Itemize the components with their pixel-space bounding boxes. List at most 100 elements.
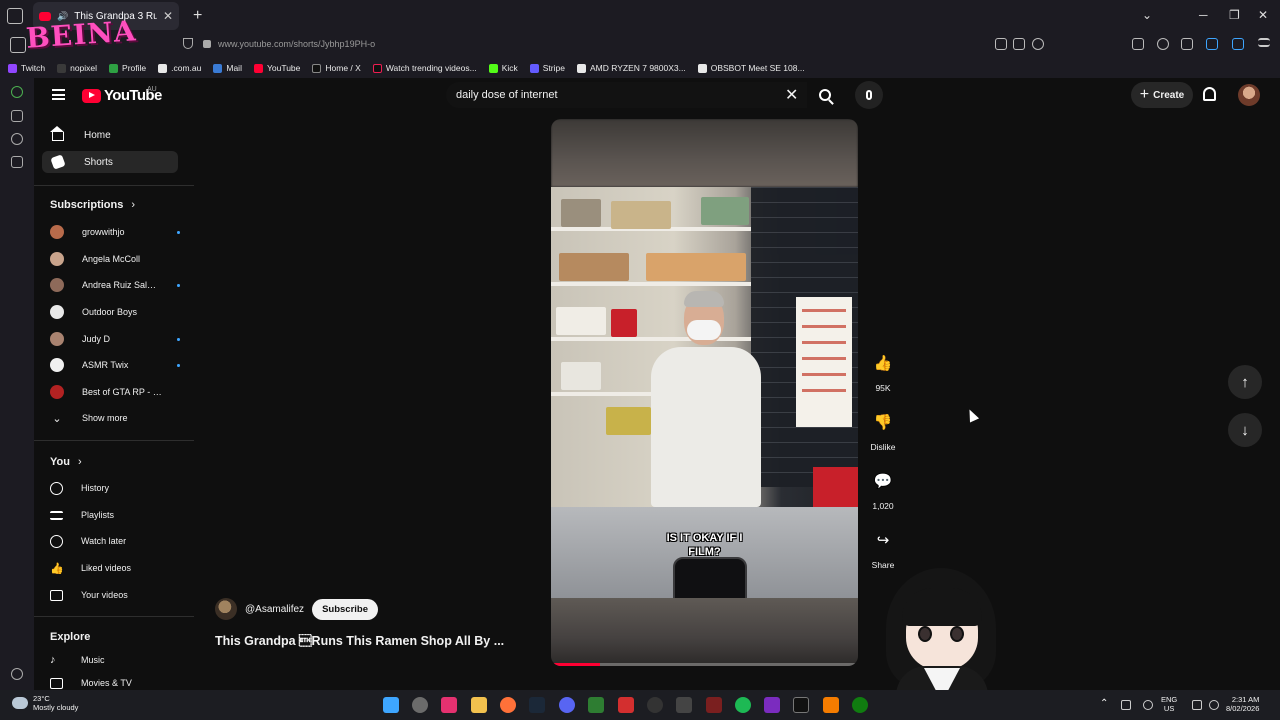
extensions-icon[interactable] <box>1181 38 1193 50</box>
xbox-icon[interactable] <box>852 697 868 713</box>
tab-close-icon[interactable]: ✕ <box>163 9 173 23</box>
windows-start-icon[interactable] <box>383 697 399 713</box>
sidebar-item-music[interactable]: ♪ Music <box>50 650 180 670</box>
close-window-button[interactable]: ✕ <box>1258 8 1268 22</box>
tab-overflow-chevron-icon[interactable]: ⌄ <box>1142 8 1152 22</box>
search-input[interactable]: daily dose of internet <box>446 82 807 108</box>
bookmark-mail[interactable]: Mail <box>213 63 242 73</box>
synced-tabs-icon[interactable] <box>11 110 23 122</box>
sidebar-item-history[interactable]: History <box>50 478 180 498</box>
subscription-item[interactable]: Outdoor Boys <box>50 302 180 322</box>
spotify-icon[interactable] <box>735 697 751 713</box>
minimize-button[interactable]: ─ <box>1199 8 1208 22</box>
shorts-video-player[interactable]: IS IT OKAY IF I FILM? <box>551 119 858 666</box>
network-icon[interactable] <box>1192 700 1202 710</box>
bookmark-nopixel[interactable]: nopixel <box>57 63 97 73</box>
channel-name[interactable]: @Asamalifez <box>245 604 304 615</box>
steam-icon[interactable] <box>529 697 545 713</box>
account-avatar[interactable] <box>1238 84 1260 106</box>
epic-games-icon[interactable] <box>676 697 692 713</box>
volume-icon[interactable] <box>1209 700 1219 710</box>
subscription-item[interactable]: growwithjo <box>50 222 180 242</box>
bookmark-x[interactable]: Home / X <box>312 63 361 73</box>
bookmark-profile[interactable]: Profile <box>109 63 146 73</box>
sidebar-item-liked-videos[interactable]: 👍 Liked videos <box>50 558 180 578</box>
app-icon[interactable] <box>706 697 722 713</box>
you-heading[interactable]: You › <box>50 456 82 468</box>
bookmark-stripe[interactable]: Stripe <box>529 63 565 73</box>
tray-app-icon[interactable] <box>1121 700 1131 710</box>
menu-hamburger-icon[interactable] <box>52 89 65 100</box>
discord-icon[interactable] <box>559 697 575 713</box>
subscription-item[interactable]: Best of GTA RP - Ex... <box>50 382 180 402</box>
app-icon[interactable] <box>588 697 604 713</box>
account-icon[interactable] <box>1157 38 1169 50</box>
voice-search-button[interactable] <box>855 81 883 109</box>
address-bar[interactable]: www.youtube.com/shorts/Jybhp19PH-o <box>218 39 375 49</box>
subscribe-button[interactable]: Subscribe <box>312 598 378 620</box>
app-icon[interactable] <box>647 697 663 713</box>
video-title[interactable]: This Grandpa Runs This Ramen Shop All B… <box>215 634 515 648</box>
next-short-button[interactable]: ↓ <box>1228 413 1262 447</box>
extension-stylus-icon[interactable] <box>1232 38 1244 50</box>
capcut-icon[interactable] <box>793 697 809 713</box>
bookmark-com-au[interactable]: .com.au <box>158 63 201 73</box>
app-icon[interactable] <box>823 697 839 713</box>
sidebar-item-playlists[interactable]: Playlists <box>50 505 180 525</box>
app-menu-icon[interactable] <box>1258 38 1270 47</box>
sidebar-item-home[interactable]: Home <box>42 124 178 146</box>
bookmarks-icon[interactable] <box>11 156 23 168</box>
file-explorer-icon[interactable] <box>471 697 487 713</box>
comments-button[interactable]: 💬 1,020 <box>864 465 902 511</box>
previous-short-button[interactable]: ↑ <box>1228 365 1262 399</box>
subscription-item[interactable]: Andrea Ruiz Sala... <box>50 275 180 295</box>
app-icon[interactable] <box>441 697 457 713</box>
tracking-shield-icon[interactable] <box>183 38 193 49</box>
new-tab-button[interactable]: + <box>193 7 202 25</box>
extension-puzzle-icon[interactable] <box>1206 38 1218 50</box>
camera-permission-icon[interactable] <box>995 38 1007 50</box>
weather-widget[interactable]: 23°C Mostly cloudy <box>12 694 78 712</box>
clear-search-icon[interactable]: ✕ <box>785 85 798 105</box>
bookmark-kick[interactable]: Kick <box>488 63 518 73</box>
bookmark-amd[interactable]: AMD RYZEN 7 9800X3... <box>576 63 686 73</box>
video-progress-bar[interactable] <box>551 663 858 666</box>
clock[interactable]: 2:31 AM 8/02/2026 <box>1226 695 1259 713</box>
notifications-bell-icon[interactable] <box>1203 87 1216 101</box>
bookmark-obsbot[interactable]: OBSBOT Meet SE 108... <box>697 63 805 73</box>
app-icon[interactable] <box>764 697 780 713</box>
create-button[interactable]: + Create <box>1131 82 1193 108</box>
tab-list-icon[interactable] <box>7 8 23 24</box>
app-icon[interactable] <box>618 697 634 713</box>
sidebar-toggle-icon[interactable] <box>10 37 26 53</box>
sidebar-item-movies-tv[interactable]: Movies & TV <box>50 676 180 690</box>
firefox-icon[interactable] <box>500 697 516 713</box>
maximize-button[interactable]: ❐ <box>1229 8 1240 22</box>
ai-chat-icon[interactable] <box>11 86 23 98</box>
reader-view-icon[interactable] <box>1013 38 1025 50</box>
subscription-item[interactable]: ASMR Twix <box>50 355 180 375</box>
lock-icon[interactable] <box>203 40 211 48</box>
search-app-icon[interactable] <box>412 697 428 713</box>
like-button[interactable]: 👍 95K <box>864 347 902 393</box>
history-icon[interactable] <box>11 133 23 145</box>
downloads-icon[interactable] <box>1132 38 1144 50</box>
microphone-tray-icon[interactable] <box>1143 700 1153 710</box>
language-indicator[interactable]: ENG US <box>1161 695 1177 713</box>
tray-overflow-chevron-icon[interactable]: ⌃ <box>1100 699 1108 709</box>
sidebar-item-shorts[interactable]: Shorts <box>42 151 178 173</box>
subscription-item[interactable]: Angela McColl <box>50 249 180 269</box>
sidebar-item-watch-later[interactable]: Watch later <box>50 531 180 551</box>
bookmark-star-icon[interactable] <box>1032 38 1044 50</box>
show-more-button[interactable]: ⌄ Show more <box>50 408 180 428</box>
dislike-button[interactable]: 👎 Dislike <box>864 406 902 452</box>
channel-avatar[interactable] <box>215 598 237 620</box>
subscription-item[interactable]: Judy D <box>50 329 180 349</box>
bookmark-tiktok[interactable]: Watch trending videos... <box>372 63 477 73</box>
bookmark-twitch[interactable]: Twitch <box>8 63 45 73</box>
bookmark-youtube[interactable]: YouTube <box>253 63 300 73</box>
search-button[interactable] <box>807 82 843 108</box>
subscriptions-heading[interactable]: Subscriptions › <box>50 199 135 211</box>
sidebar-item-your-videos[interactable]: Your videos <box>50 585 180 605</box>
settings-gear-icon[interactable] <box>11 668 23 680</box>
